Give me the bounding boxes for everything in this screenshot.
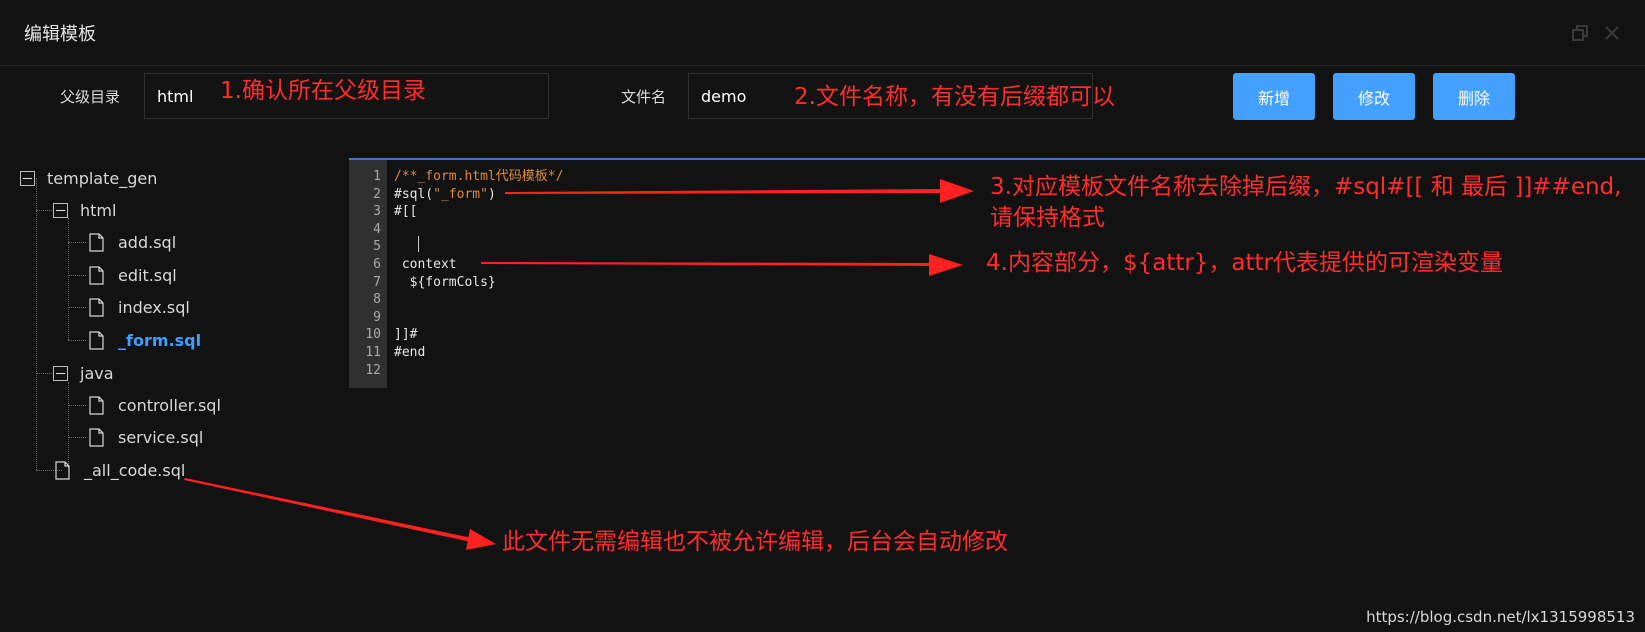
line-number: 7 — [373, 274, 381, 290]
file-icon — [89, 395, 104, 415]
tree-node-edit-sql[interactable]: edit.sql — [89, 260, 177, 290]
annotation-all-code: 此文件无需编辑也不被允许编辑，后台会自动修改 — [502, 529, 1008, 555]
line-number: 10 — [365, 327, 381, 343]
tree-connector — [68, 242, 86, 243]
line-number: 9 — [373, 309, 381, 325]
tree-node-form-sql[interactable]: _form.sql — [89, 325, 201, 355]
tree-node-html[interactable]: html — [53, 195, 116, 225]
annotation-parent-dir: 1.确认所在父级目录 — [220, 78, 426, 104]
annotation-template-format: 3.对应模板文件名称去除掉后缀，#sql#[[ 和 最后 ]]##end, — [990, 174, 1622, 200]
tree-connector — [36, 210, 54, 211]
restore-icon[interactable] — [1571, 24, 1589, 42]
template-edit-dialog: 编辑模板 父级目录 文件名 新增 修改 删除 template_gen — [0, 0, 1645, 632]
tree-connector — [68, 218, 69, 340]
collapse-icon[interactable] — [53, 365, 68, 381]
tree-connector — [36, 373, 54, 374]
tree-node-all-code-sql[interactable]: _all_code.sql — [55, 455, 185, 485]
file-icon — [89, 330, 104, 350]
code-area[interactable]: /**_form.html代码模板*/ #sql("_form") #[[ co… — [394, 160, 563, 379]
line-number: 5 — [373, 239, 381, 255]
tree-node-template-gen[interactable]: template_gen — [20, 163, 157, 193]
tree-node-service-sql[interactable]: service.sql — [89, 422, 203, 452]
dialog-title: 编辑模板 — [24, 24, 96, 45]
tree-connector — [68, 307, 86, 308]
tree-node-index-sql[interactable]: index.sql — [89, 292, 190, 322]
code-line: context — [394, 256, 457, 272]
tree-node-add-sql[interactable]: add.sql — [89, 227, 176, 257]
tree-connector — [68, 405, 86, 406]
tree-node-java[interactable]: java — [53, 358, 114, 388]
add-button[interactable]: 新增 — [1233, 73, 1315, 120]
delete-button[interactable]: 删除 — [1433, 73, 1515, 120]
tree-connector — [68, 437, 86, 438]
line-number: 1 — [373, 169, 381, 184]
file-icon — [89, 232, 104, 252]
line-number: 3 — [373, 204, 381, 220]
filename-label: 文件名 — [621, 88, 667, 106]
file-icon — [89, 297, 104, 317]
file-icon — [55, 460, 70, 480]
close-icon[interactable] — [1603, 24, 1621, 42]
code-line: #end — [394, 344, 426, 360]
collapse-icon[interactable] — [53, 202, 68, 218]
template-tree: template_gen html add.sql edit.sql index… — [0, 160, 330, 500]
watermark: https://blog.csdn.net/lx1315998513 — [1366, 608, 1635, 626]
line-number: 11 — [365, 344, 381, 360]
code-line: /**_form.html代码模板*/ — [394, 169, 564, 184]
parent-dir-label: 父级目录 — [60, 88, 121, 106]
arrow-head — [466, 529, 496, 550]
collapse-icon[interactable] — [20, 170, 35, 186]
tree-connector — [68, 340, 86, 341]
tree-connector — [36, 178, 37, 470]
code-line: ]]# — [394, 327, 418, 343]
line-number-gutter: 1 2 3 4 5 6 7 8 9 10 11 12 — [349, 160, 387, 388]
line-number: 12 — [365, 362, 381, 378]
tree-node-controller-sql[interactable]: controller.sql — [89, 390, 221, 420]
code-line: #sql("_form") — [394, 186, 496, 202]
text-cursor — [418, 236, 419, 252]
line-number: 6 — [373, 256, 381, 272]
annotation-filename: 2.文件名称，有没有后缀都可以 — [794, 84, 1115, 110]
file-icon — [89, 427, 104, 447]
annotation-content: 4.内容部分，${attr}，attr代表提供的可渲染变量 — [986, 250, 1504, 276]
code-line: ${formCols} — [394, 274, 496, 290]
tree-connector — [68, 275, 86, 276]
file-icon — [89, 265, 104, 285]
annotation-template-format-2: 请保持格式 — [990, 205, 1105, 231]
line-number: 4 — [373, 221, 381, 237]
code-line: #[[ — [394, 204, 418, 220]
line-number: 2 — [373, 186, 381, 202]
edit-button[interactable]: 修改 — [1333, 73, 1415, 120]
line-number: 8 — [373, 292, 381, 308]
dialog-header: 编辑模板 — [0, 0, 1645, 66]
